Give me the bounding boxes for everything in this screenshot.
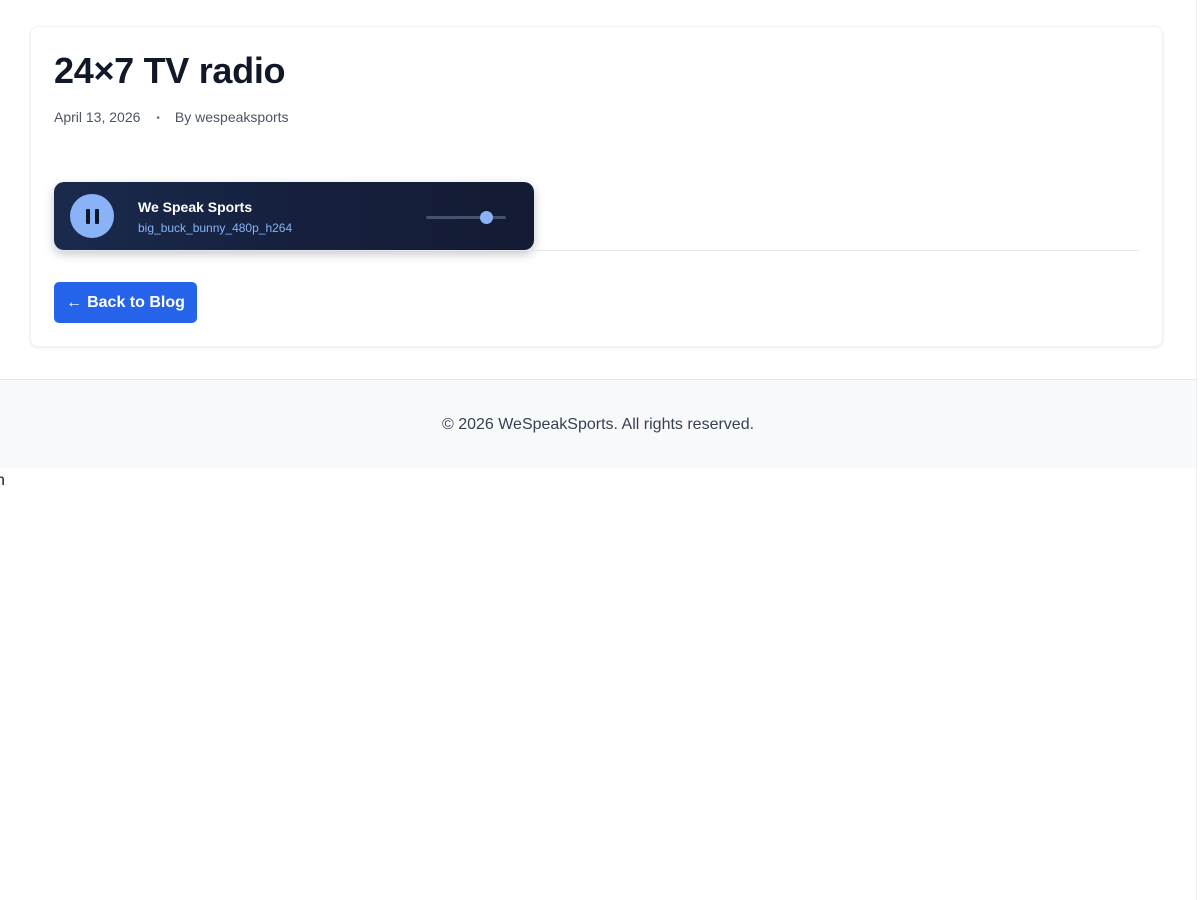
volume-thumb[interactable] (479, 211, 493, 224)
footer-copyright: © 2026 WeSpeakSports. All rights reserve… (441, 416, 755, 433)
arrow-left-icon: ← (66, 293, 83, 311)
article-card: 24×7 TV radio April 13, 2026 • By wespeaks… (30, 26, 1163, 347)
post-date: April 13, 2026 (54, 109, 141, 125)
audio-player: We Speak Sports big_buck_bunny_480p_h264 (54, 182, 534, 250)
divider (54, 250, 1139, 251)
post-author: By wespeaksports (174, 109, 289, 125)
play-pause-button[interactable] (70, 194, 114, 238)
pause-icon (85, 208, 99, 224)
back-button-label: Back to Blog (87, 293, 185, 311)
meta-separator: • (156, 113, 160, 124)
stray-text: n (0, 472, 5, 489)
scrollbar[interactable] (1196, 0, 1200, 900)
site-footer: © 2026 WeSpeakSports. All rights reserve… (0, 379, 1196, 468)
page: 24×7 TV radio April 13, 2026 • By wespeaks… (0, 0, 1200, 900)
volume-slider[interactable] (426, 211, 506, 224)
post-title: 24×7 TV radio (54, 50, 286, 91)
volume-track (426, 216, 506, 219)
track-name: big_buck_bunny_480p_h264 (138, 221, 293, 235)
back-to-blog-button[interactable]: ← Back to Blog (54, 282, 197, 323)
station-name: We Speak Sports (138, 199, 253, 215)
post-meta: April 13, 2026 • By wespeaksports (54, 108, 289, 128)
